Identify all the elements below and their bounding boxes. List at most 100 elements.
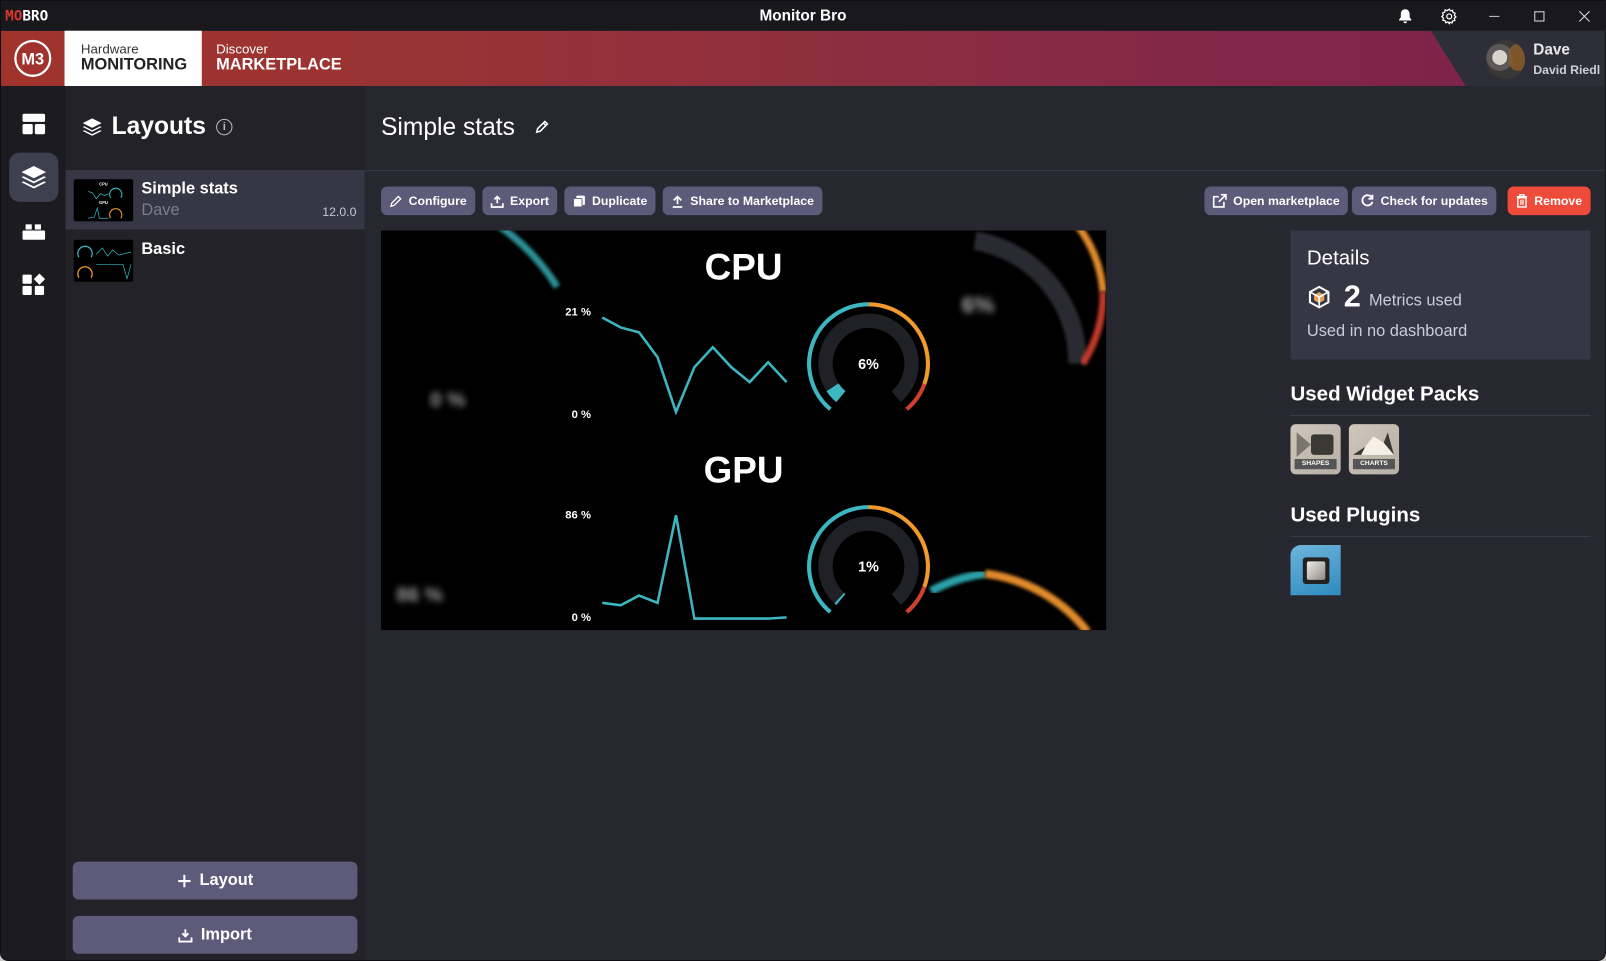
download-icon [178,928,193,942]
gear-icon[interactable] [1438,5,1461,28]
pencil-icon [389,195,402,207]
title-bar: MOBRO Monitor Bro [1,1,1605,31]
bell-icon[interactable] [1394,5,1417,28]
close-icon[interactable] [1573,5,1596,28]
external-link-icon [1212,193,1227,208]
layout-preview: 0 % 86 % 6% CPU 21 % 0 % 6% GPU 86 % 0 %… [381,230,1107,631]
cpu-sparkline [601,316,788,416]
pack-label: CHARTS [1352,458,1395,470]
cpu-label: CPU [705,247,783,288]
avatar [1486,39,1526,79]
user-profile[interactable]: Dave David Riedl [1486,39,1601,79]
gpu-gauge-value: 1% [858,560,879,576]
widget-pack-charts[interactable]: CHARTS [1348,424,1400,475]
widget-packs-heading: Used Widget Packs [1290,383,1480,406]
cpu-axis-max: 21 % [565,307,591,319]
layout-name: Simple stats [141,180,238,198]
app-title: Monitor Bro [759,7,847,25]
add-layout-button[interactable]: Layout [72,861,358,900]
configure-button[interactable]: Configure [381,186,475,216]
cpu-chip-icon [1302,556,1329,584]
metrics-label: Metrics used [1369,291,1462,310]
plugins-heading: Used Plugins [1290,504,1421,527]
section-divider [1290,414,1591,416]
tab-small-label: Hardware [80,40,139,57]
layers-icon [82,118,102,136]
layout-version: 12.0.0 [322,204,357,220]
details-card: Details 2 Metrics used Used in no dashbo… [1290,230,1591,360]
gpu-sparkline [602,515,787,620]
blurred-text: 86 % [396,583,443,606]
gauge-value-arc [826,383,846,403]
section-divider [1290,535,1591,537]
user-full-name: David Riedl [1533,62,1601,77]
open-marketplace-button[interactable]: Open marketplace [1204,186,1348,216]
tab-discover-marketplace[interactable]: Discover MARKETPLACE [202,31,342,86]
nav-rail [1,86,66,960]
user-first-name: Dave [1533,40,1570,59]
share-to-marketplace-button[interactable]: Share to Marketplace [662,186,823,216]
info-icon[interactable]: i [216,118,233,136]
refresh-icon [1361,194,1374,207]
layout-thumbnail: CPU GPU [73,179,134,222]
gpu-axis-max: 86 % [565,509,591,521]
details-title: Details [1306,246,1370,270]
tab-big-label: MARKETPLACE [216,56,342,74]
metrics-count: 2 [1343,279,1361,314]
dashboard-usage: Used in no dashboard [1306,322,1468,341]
blurred-text: 6% [962,292,995,317]
maximize-icon[interactable] [1528,5,1551,28]
tab-hardware-monitoring[interactable]: Hardware MONITORING [64,30,202,87]
layout-item-basic[interactable]: Basic [66,231,365,290]
dashboard-icon [22,113,46,135]
panel-title-text: Layouts [111,112,206,141]
brand-mark-text: M3 [21,51,44,69]
rail-item-widgets[interactable] [9,207,58,256]
plugin-hardware[interactable] [1290,545,1341,596]
layout-title: Simple stats [381,114,550,143]
metrics-used: 2 Metrics used [1307,280,1462,315]
rail-item-layouts[interactable] [9,152,59,202]
app-header: M3 Hardware MONITORING Discover MARKETPL… [1,30,1605,87]
tab-small-label: Discover [216,40,268,57]
gpu-label: GPU [704,450,784,491]
main-content: Simple stats Configure Export Duplicate … [364,86,1605,960]
brand-logo[interactable]: M3 [1,31,65,86]
rail-item-dashboards[interactable] [9,99,58,148]
apps-icon [22,273,46,296]
layout-thumbnail [73,239,134,282]
cpu-axis-min: 0 % [572,409,591,421]
cpu-gauge-value: 6% [858,357,879,373]
check-for-updates-button[interactable]: Check for updates [1351,186,1497,216]
import-button[interactable]: Import [72,915,358,954]
layout-item-simple-stats[interactable]: CPU GPU Simple stats Dave 12.0.0 [65,170,365,230]
svg-text:CPU: CPU [99,181,108,186]
gpu-axis-min: 0 % [572,612,591,624]
export-button[interactable]: Export [482,186,558,216]
layout-name: Basic [141,240,186,259]
header-divider [364,170,1605,172]
blurred-text: 0 % [430,389,465,412]
layers-icon [21,165,47,189]
panel-title: Layouts i [81,113,233,142]
rail-item-plugins[interactable] [9,260,58,309]
svg-text:GPU: GPU [99,200,108,205]
plus-icon [177,874,191,887]
pack-label: SHAPES [1294,458,1337,470]
cube-icon [1308,285,1330,309]
upload-icon [490,194,504,208]
gauge-value-arc [834,592,846,606]
layouts-panel: Layouts i CPU GPU Simple stats Dave 12.0… [65,86,365,960]
tab-big-label: MONITORING [80,56,188,74]
copy-icon [573,195,585,207]
share-upload-icon [672,194,683,208]
edit-title-icon[interactable] [533,114,549,143]
duplicate-button[interactable]: Duplicate [564,186,656,216]
app-window: MOBRO Monitor Bro M3 Hardware MONITORING… [0,0,1606,961]
trash-icon [1516,193,1528,208]
minimize-icon[interactable] [1483,5,1506,28]
layout-author: Dave [141,201,180,220]
remove-button[interactable]: Remove [1507,186,1591,216]
widget-pack-shapes[interactable]: SHAPES [1290,424,1341,475]
widget-blocks-icon [22,224,46,240]
